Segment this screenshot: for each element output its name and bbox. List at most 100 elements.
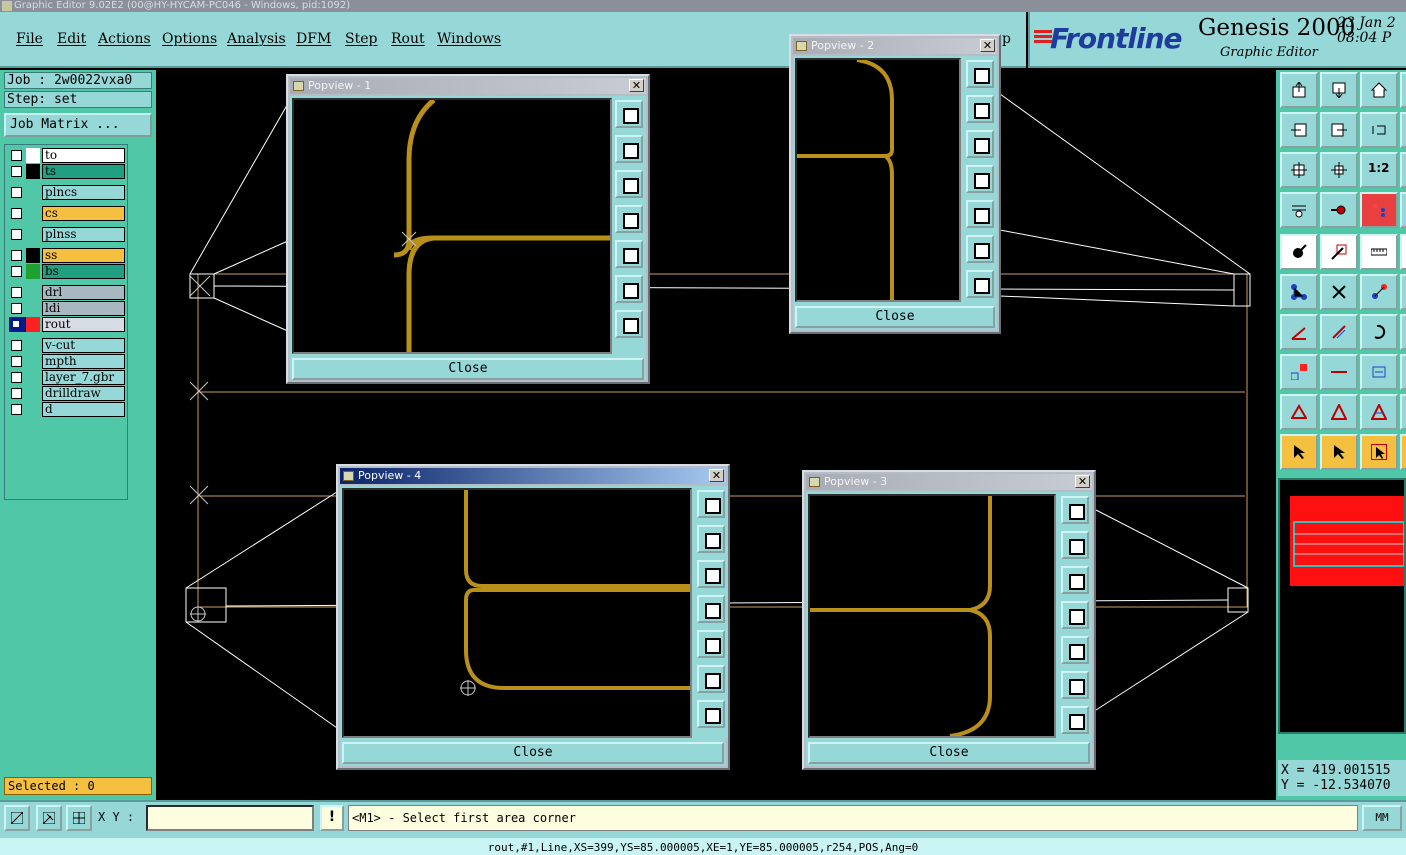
- layer-row-mpth[interactable]: mpth: [7, 354, 127, 369]
- popview-3-titlebar[interactable]: Popview - 3 ✕: [806, 474, 1092, 490]
- layer-checkbox[interactable]: [11, 356, 22, 367]
- popview-2-close-button[interactable]: Close: [795, 306, 995, 328]
- add-feature-icon[interactable]: [1280, 234, 1318, 270]
- tool-overflow-icon[interactable]: [1400, 152, 1406, 188]
- zoom-in-icon[interactable]: [1061, 671, 1089, 699]
- arc-icon[interactable]: [1360, 314, 1398, 350]
- layer-color-swatch[interactable]: [26, 386, 40, 401]
- angle-icon[interactable]: [1280, 314, 1318, 350]
- grid-icon[interactable]: [66, 805, 92, 831]
- pan-up-icon[interactable]: [615, 135, 643, 163]
- popview-4-close-button[interactable]: Close: [342, 742, 724, 764]
- zoom-in-icon[interactable]: [966, 235, 994, 263]
- layer-name[interactable]: bs: [42, 264, 125, 279]
- menu-analysis[interactable]: Analysis: [227, 31, 286, 47]
- layer-checkbox[interactable]: [11, 287, 22, 298]
- pan-down-icon[interactable]: [615, 170, 643, 198]
- menu-file[interactable]: File: [16, 31, 43, 47]
- layer-color-swatch[interactable]: [26, 206, 40, 221]
- layer-row-rout[interactable]: rout: [7, 317, 127, 332]
- layer-color-swatch[interactable]: [26, 164, 40, 179]
- pan-down-icon[interactable]: [697, 560, 725, 588]
- layer-color-swatch[interactable]: [26, 402, 40, 417]
- layer-checkbox[interactable]: [11, 266, 22, 277]
- menu-step[interactable]: Step: [345, 31, 377, 47]
- layer-color-swatch[interactable]: [26, 148, 40, 163]
- zoom-back-icon[interactable]: [1360, 112, 1398, 148]
- layer-row-drilldraw[interactable]: drilldraw: [7, 386, 127, 401]
- layer-checkbox[interactable]: [11, 404, 22, 415]
- work-layer-indicator[interactable]: [9, 317, 40, 332]
- zoom-window-icon[interactable]: [1061, 496, 1089, 524]
- pan-left-icon[interactable]: [966, 165, 994, 193]
- job-matrix-button[interactable]: Job Matrix ...: [4, 113, 152, 137]
- menu-rout[interactable]: Rout: [391, 31, 425, 47]
- layer-checkbox[interactable]: [11, 303, 22, 314]
- pan-right-icon[interactable]: [1320, 112, 1358, 148]
- layer-row-v-cut[interactable]: v-cut: [7, 338, 127, 353]
- popview-1-titlebar[interactable]: Popview - 1 ✕: [290, 78, 646, 94]
- layer-row-cs[interactable]: cs: [7, 206, 127, 221]
- layer-row-plncs[interactable]: plncs: [7, 185, 127, 200]
- layer-name[interactable]: plncs: [42, 185, 125, 200]
- tool-overflow-icon[interactable]: [1400, 434, 1406, 470]
- connect-nodes-icon[interactable]: [1280, 274, 1318, 310]
- pan-right-icon[interactable]: [615, 240, 643, 268]
- ruler-icon[interactable]: [1360, 234, 1398, 270]
- menu-windows[interactable]: Windows: [437, 31, 501, 47]
- popview-1-view[interactable]: [292, 98, 612, 354]
- popview-2-window[interactable]: Popview - 2 ✕ Close: [789, 34, 1001, 334]
- zoom-window-icon[interactable]: [966, 60, 994, 88]
- close-icon[interactable]: ✕: [709, 469, 724, 482]
- layer-checkbox[interactable]: [11, 208, 22, 219]
- layer-name[interactable]: cs: [42, 206, 125, 221]
- popview-3-window[interactable]: Popview - 3 ✕ Close: [802, 470, 1096, 770]
- snap-icon[interactable]: [1280, 354, 1318, 390]
- pan-right-icon[interactable]: [1061, 636, 1089, 664]
- zoom-in-icon[interactable]: [615, 275, 643, 303]
- zoom-out-icon[interactable]: [615, 310, 643, 338]
- menu-options[interactable]: Options: [162, 31, 217, 47]
- layer-color-swatch[interactable]: [26, 338, 40, 353]
- dimension-icon[interactable]: [1360, 354, 1398, 390]
- layer-checkbox[interactable]: [11, 187, 22, 198]
- grid-snap-icon[interactable]: [36, 805, 62, 831]
- slope-icon[interactable]: [1320, 314, 1358, 350]
- tool-overflow-icon[interactable]: [1400, 314, 1406, 350]
- home-up-icon[interactable]: [1280, 72, 1318, 108]
- pan-right-icon[interactable]: [966, 200, 994, 228]
- tool-overflow-icon[interactable]: [1400, 192, 1406, 228]
- popview-2-view[interactable]: [795, 58, 961, 302]
- layer-color-swatch[interactable]: [26, 227, 40, 242]
- layer-name[interactable]: layer_7.gbr: [42, 370, 125, 385]
- layer-row-layer-7-gbr[interactable]: layer_7.gbr: [7, 370, 127, 385]
- delete-icon[interactable]: [1320, 274, 1358, 310]
- layer-name[interactable]: ss: [42, 248, 125, 263]
- pan-down-icon[interactable]: [966, 130, 994, 158]
- layer-color-swatch[interactable]: [26, 354, 40, 369]
- layer-color-swatch[interactable]: [26, 285, 40, 300]
- close-icon[interactable]: ✕: [980, 39, 995, 52]
- popview-4-view[interactable]: [342, 488, 692, 738]
- snap-mode-icon[interactable]: [4, 805, 30, 831]
- layer-name[interactable]: plnss: [42, 227, 125, 242]
- units-button[interactable]: MM: [1362, 805, 1402, 831]
- zoom-window-icon[interactable]: [615, 100, 643, 128]
- layer-color-swatch[interactable]: [26, 248, 40, 263]
- pan-up-icon[interactable]: [1061, 531, 1089, 559]
- layer-row-ldi[interactable]: ldi: [7, 301, 127, 316]
- close-icon[interactable]: ✕: [1075, 475, 1090, 488]
- tool-overflow-icon[interactable]: [1400, 274, 1406, 310]
- zoom-in-icon[interactable]: [697, 665, 725, 693]
- tool-overflow-icon[interactable]: [1400, 112, 1406, 148]
- tool-overflow-icon[interactable]: [1400, 394, 1406, 430]
- layer-color-swatch[interactable]: [26, 264, 40, 279]
- xy-input[interactable]: [146, 805, 314, 831]
- menu-overflow[interactable]: p: [1002, 31, 1011, 47]
- layer-checkbox[interactable]: [11, 250, 22, 261]
- zoom-out-icon[interactable]: [1061, 706, 1089, 734]
- popview-3-view[interactable]: [808, 494, 1056, 738]
- pan-up-icon[interactable]: [966, 95, 994, 123]
- pan-right-icon[interactable]: [697, 630, 725, 658]
- popview-4-titlebar[interactable]: Popview - 4 ✕: [340, 468, 726, 484]
